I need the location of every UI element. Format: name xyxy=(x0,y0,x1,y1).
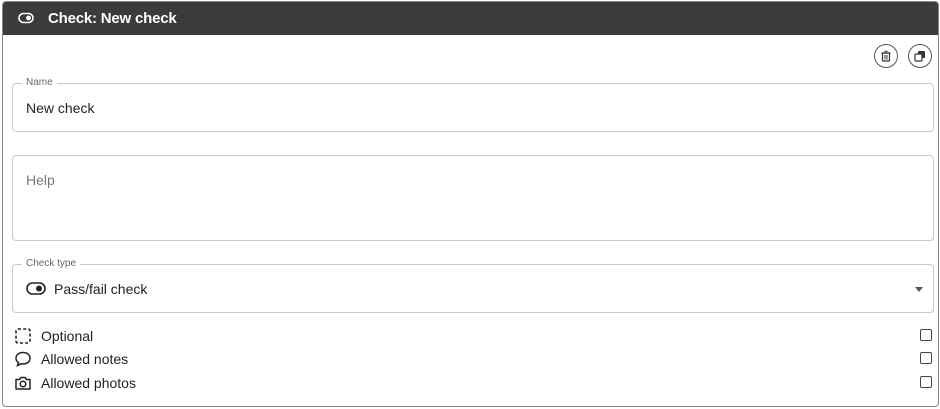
panel-title: Check: New check xyxy=(48,10,177,27)
check-type-value: Pass/fail check xyxy=(54,281,148,297)
option-row-notes: Allowed notes xyxy=(12,348,934,370)
chevron-down-icon[interactable] xyxy=(915,287,923,292)
option-label: Optional xyxy=(41,328,94,344)
option-row-photos: Allowed photos xyxy=(12,372,934,394)
option-label: Allowed notes xyxy=(41,351,129,367)
allowed-photos-checkbox[interactable] xyxy=(920,376,932,388)
allowed-notes-checkbox[interactable] xyxy=(920,352,932,364)
option-row-optional: Optional xyxy=(12,325,934,347)
option-label: Allowed photos xyxy=(41,375,136,391)
panel-header: Check: New check xyxy=(3,2,938,35)
camera-icon xyxy=(15,376,31,390)
trash-icon xyxy=(881,50,891,62)
check-type-label: Check type xyxy=(22,258,81,269)
dashed-square-icon xyxy=(15,328,31,344)
check-type-select[interactable]: Check type Pass/fail check xyxy=(12,258,934,313)
copy-icon xyxy=(914,51,925,62)
toggle-icon xyxy=(26,282,46,295)
name-field[interactable]: Name New check xyxy=(12,77,934,132)
copy-button[interactable] xyxy=(908,44,932,68)
delete-button[interactable] xyxy=(874,44,898,68)
help-field-placeholder: Help xyxy=(26,172,55,188)
name-field-value[interactable]: New check xyxy=(26,100,94,116)
check-editor-panel: Check: New check Name New check Help Che… xyxy=(2,1,939,407)
optional-checkbox[interactable] xyxy=(920,329,932,341)
name-field-label: Name xyxy=(22,77,57,88)
speech-bubble-icon xyxy=(15,351,31,367)
help-field[interactable]: Help xyxy=(12,155,934,241)
eye-toggle-icon xyxy=(18,12,34,24)
